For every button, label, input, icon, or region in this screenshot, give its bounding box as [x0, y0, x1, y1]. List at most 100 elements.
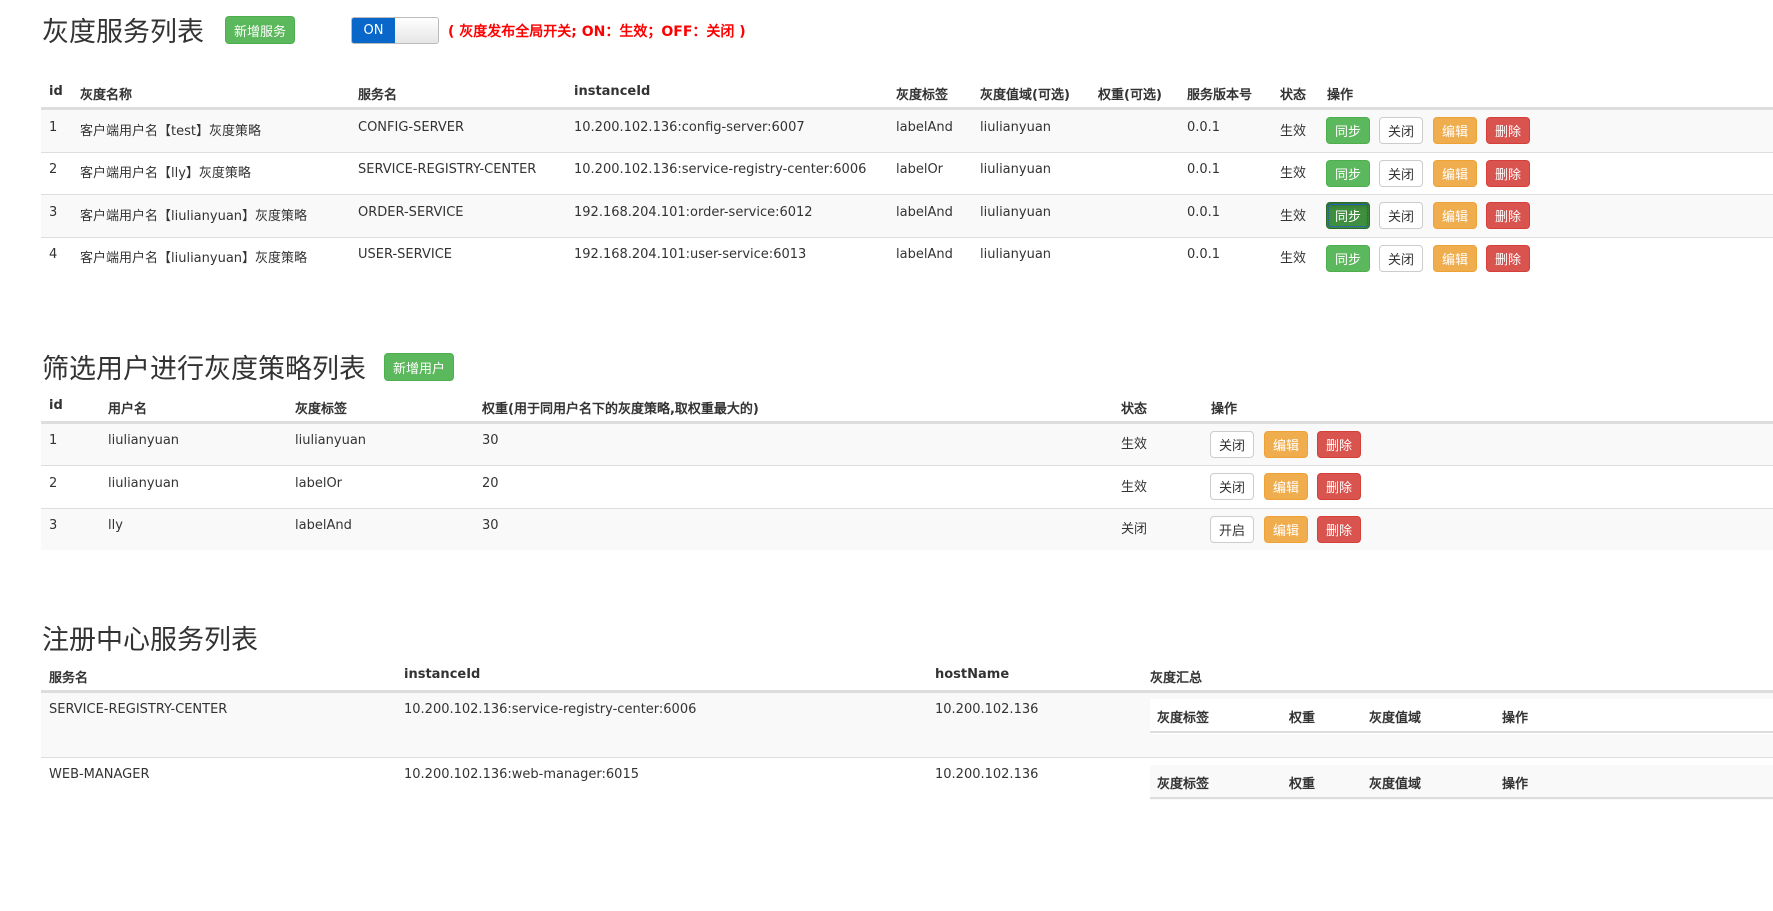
- edit-button[interactable]: 编辑: [1433, 202, 1478, 229]
- cell-hostname: 10.200.102.136: [935, 702, 1039, 717]
- cell-weight: 30: [482, 433, 499, 448]
- col-instance: instanceId: [404, 667, 481, 682]
- col-actions: 操作: [1211, 402, 1238, 417]
- cell-name: 客户端用户名【test】灰度策略: [80, 124, 261, 139]
- cell-instance: 10.200.102.136:service-registry-center:6…: [404, 702, 697, 717]
- close-button[interactable]: 关闭: [1210, 431, 1255, 458]
- col-hostname: hostName: [935, 667, 1010, 682]
- delete-button[interactable]: 删除: [1317, 431, 1362, 458]
- col-actions: 操作: [1327, 88, 1354, 103]
- col-weight: 权重(用于同用户名下的灰度策略,取权重最大的): [482, 402, 759, 417]
- cell-tag: labelAnd: [896, 205, 953, 220]
- table-row: 1 liulianyuan liulianyuan 30 生效 关闭 编辑 删除: [41, 423, 1773, 465]
- col-weight: 权重(可选): [1098, 88, 1162, 103]
- cell-version: 0.0.1: [1187, 205, 1221, 220]
- cell-hostname: 10.200.102.136: [935, 767, 1039, 782]
- cell-user: liulianyuan: [108, 476, 180, 491]
- cell-service: SERVICE-REGISTRY-CENTER: [358, 162, 537, 177]
- col-user: 用户名: [108, 402, 148, 417]
- cell-tag: liulianyuan: [295, 433, 367, 448]
- col-range: 灰度值域(可选): [980, 88, 1070, 103]
- edit-button[interactable]: 编辑: [1433, 160, 1478, 187]
- col-id: id: [49, 84, 63, 99]
- sync-button[interactable]: 同步: [1326, 160, 1371, 187]
- close-button[interactable]: 关闭: [1379, 117, 1424, 144]
- cell-id: 2: [49, 162, 58, 177]
- close-button[interactable]: 关闭: [1379, 245, 1424, 272]
- cell-service: WEB-MANAGER: [49, 767, 150, 782]
- table-row: 2 liulianyuan labelOr 20 生效 关闭 编辑 删除: [41, 465, 1773, 508]
- sync-button[interactable]: 同步: [1326, 202, 1371, 229]
- sub-col-actions: 操作: [1502, 777, 1529, 792]
- table-row: 3 lly labelAnd 30 关闭 开启 编辑 删除: [41, 508, 1773, 550]
- cell-version: 0.0.1: [1187, 162, 1221, 177]
- sub-col-weight: 权重: [1289, 777, 1316, 792]
- col-service: 服务名: [49, 671, 89, 686]
- global-gray-toggle[interactable]: ON: [351, 17, 439, 44]
- cell-id: 2: [49, 476, 58, 491]
- cell-status: 生效: [1280, 209, 1307, 224]
- delete-button[interactable]: 删除: [1486, 160, 1531, 187]
- delete-button[interactable]: 删除: [1317, 473, 1362, 500]
- cell-service: SERVICE-REGISTRY-CENTER: [49, 702, 228, 717]
- delete-button[interactable]: 删除: [1486, 202, 1531, 229]
- col-service: 服务名: [358, 88, 398, 103]
- sub-col-weight: 权重: [1289, 711, 1316, 726]
- cell-id: 4: [49, 247, 58, 262]
- cell-tag: labelOr: [295, 476, 343, 491]
- table-row: 1 客户端用户名【test】灰度策略 CONFIG-SERVER 10.200.…: [41, 109, 1773, 152]
- registry-title: 注册中心服务列表: [42, 625, 258, 656]
- cell-weight: 30: [482, 518, 499, 533]
- table-row: 4 客户端用户名【liulianyuan】灰度策略 USER-SERVICE 1…: [41, 237, 1773, 279]
- cell-name: 客户端用户名【liulianyuan】灰度策略: [80, 251, 308, 266]
- edit-button[interactable]: 编辑: [1433, 117, 1478, 144]
- cell-status: 生效: [1280, 166, 1307, 181]
- sub-col-range: 灰度值域: [1369, 711, 1422, 726]
- cell-id: 3: [49, 518, 58, 533]
- sub-col-range: 灰度值域: [1369, 777, 1422, 792]
- edit-button[interactable]: 编辑: [1264, 473, 1309, 500]
- cell-status: 关闭: [1121, 522, 1148, 537]
- cell-instance: 10.200.102.136:web-manager:6015: [404, 767, 639, 782]
- cell-service: USER-SERVICE: [358, 247, 452, 262]
- cell-range: liulianyuan: [980, 247, 1052, 262]
- edit-button[interactable]: 编辑: [1264, 431, 1309, 458]
- edit-button[interactable]: 编辑: [1264, 516, 1309, 543]
- sub-col-actions: 操作: [1502, 711, 1529, 726]
- cell-user: lly: [108, 518, 123, 533]
- sync-button[interactable]: 同步: [1326, 245, 1371, 272]
- open-button[interactable]: 开启: [1210, 516, 1255, 543]
- col-instance: instanceId: [574, 84, 651, 99]
- close-button[interactable]: 关闭: [1210, 473, 1255, 500]
- cell-range: liulianyuan: [980, 205, 1052, 220]
- col-id: id: [49, 398, 63, 413]
- add-user-button[interactable]: 新增用户: [384, 353, 455, 381]
- edit-button[interactable]: 编辑: [1433, 245, 1478, 272]
- cell-tag: labelAnd: [896, 247, 953, 262]
- cell-status: 生效: [1121, 480, 1148, 495]
- sub-divider: [1150, 731, 1773, 733]
- user-strategies-title: 筛选用户进行灰度策略列表: [42, 354, 366, 385]
- col-tag: 灰度标签: [896, 88, 949, 103]
- sub-col-tag: 灰度标签: [1157, 711, 1210, 726]
- delete-button[interactable]: 删除: [1486, 245, 1531, 272]
- delete-button[interactable]: 删除: [1317, 516, 1362, 543]
- close-button[interactable]: 关闭: [1379, 160, 1424, 187]
- toggle-knob[interactable]: [395, 18, 438, 43]
- cell-name: 客户端用户名【lly】灰度策略: [80, 166, 251, 181]
- sub-col-tag: 灰度标签: [1157, 777, 1210, 792]
- col-version: 服务版本号: [1187, 88, 1253, 103]
- cell-user: liulianyuan: [108, 433, 180, 448]
- toggle-on-label: ON: [352, 18, 395, 43]
- delete-button[interactable]: 删除: [1486, 117, 1531, 144]
- cell-status: 生效: [1280, 124, 1307, 139]
- gray-summary-table: 灰度标签 权重 灰度值域 操作: [1150, 765, 1773, 800]
- sub-divider: [1150, 797, 1773, 799]
- close-button[interactable]: 关闭: [1379, 202, 1424, 229]
- cell-tag: labelAnd: [896, 120, 953, 135]
- add-service-button[interactable]: 新增服务: [225, 16, 296, 44]
- cell-status: 生效: [1280, 251, 1307, 266]
- sync-button[interactable]: 同步: [1326, 117, 1371, 144]
- col-gray-summary: 灰度汇总: [1150, 671, 1203, 686]
- col-tag: 灰度标签: [295, 402, 348, 417]
